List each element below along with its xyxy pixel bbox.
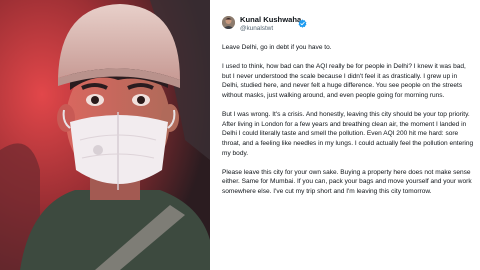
tweet-paragraph-3: But I was wrong. It's a crisis. And hone… xyxy=(222,111,474,157)
tweet-card: Kunal Kushwaha @kunalstwt Leave Delhi, g… xyxy=(218,0,476,270)
author-name[interactable]: Kunal Kushwaha xyxy=(240,15,301,24)
tweet-header: Kunal Kushwaha @kunalstwt xyxy=(218,13,476,37)
tweet-paragraph-2: I used to think, how bad can the AQI rea… xyxy=(222,63,466,99)
tweet-paragraph-4: Please leave this city for your own sake… xyxy=(222,168,472,195)
tweet-paragraph-1: Leave Delhi, go in debt if you have to. xyxy=(222,44,332,51)
verified-badge-icon xyxy=(298,15,307,28)
tweet-text: Leave Delhi, go in debt if you have to. … xyxy=(222,43,475,206)
avatar[interactable] xyxy=(222,16,235,29)
author-handle[interactable]: @kunalstwt xyxy=(240,25,273,33)
selfie-photo[interactable] xyxy=(0,0,210,270)
